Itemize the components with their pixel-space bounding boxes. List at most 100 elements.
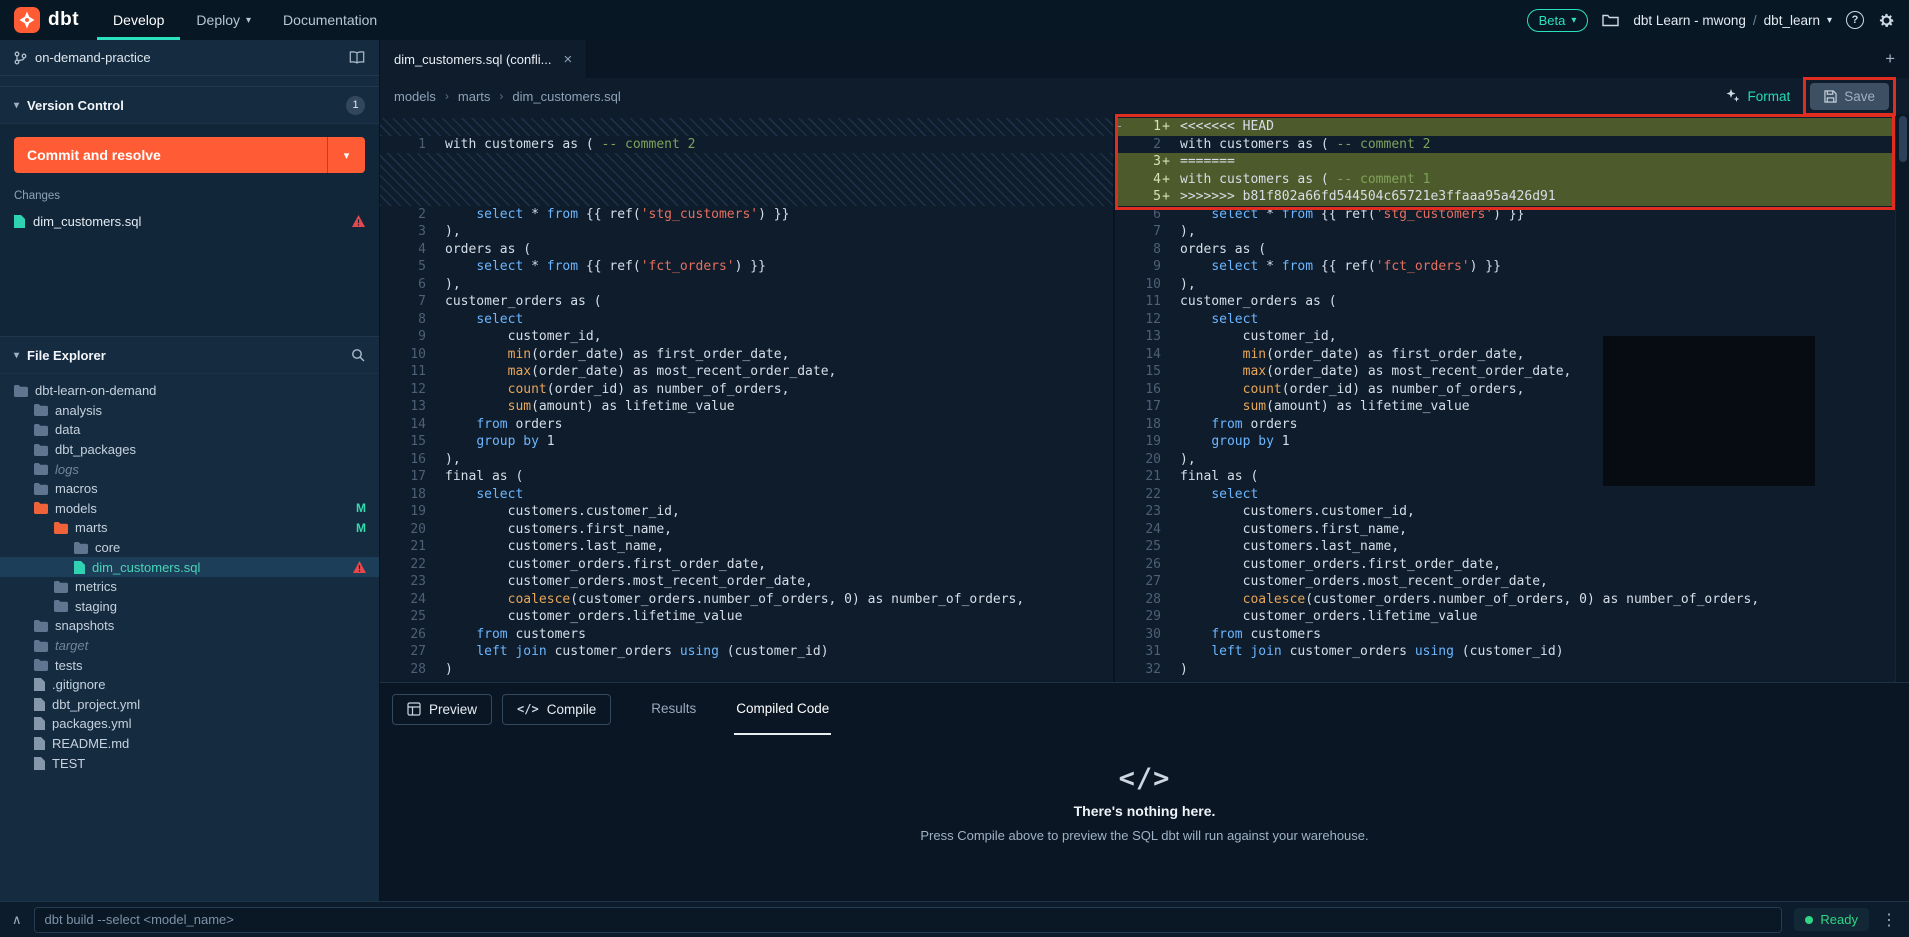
tree-item-data[interactable]: data: [0, 420, 379, 440]
code-line-23[interactable]: 23 customers.customer_id,: [1115, 503, 1895, 521]
code-line-1[interactable]: —1+<<<<<<< HEAD: [1115, 118, 1895, 136]
tree-item-gitignore[interactable]: .gitignore: [0, 675, 379, 695]
code-line-16[interactable]: 16),: [380, 451, 1113, 469]
code-line-6[interactable]: 6 select * from {{ ref('stg_customers') …: [1115, 206, 1895, 224]
tree-item-packages-yml[interactable]: packages.yml: [0, 714, 379, 734]
docs-book-icon[interactable]: [349, 51, 365, 64]
git-branch-row[interactable]: on-demand-practice: [0, 40, 379, 76]
tab-dim-customers-sql[interactable]: dim_customers.sql (confli... ×: [380, 40, 587, 78]
scrollbar-thumb[interactable]: [1899, 116, 1907, 162]
editor-pane-working-copy[interactable]: 1with customers as ( -- comment 2 2 selec…: [380, 114, 1113, 682]
tree-item-marts[interactable]: martsM: [0, 518, 379, 538]
tab-close-icon[interactable]: ×: [564, 51, 573, 68]
dbt-command-input[interactable]: [34, 907, 1783, 933]
code-line-24[interactable]: 24 coalesce(customer_orders.number_of_or…: [380, 591, 1113, 609]
new-tab-button[interactable]: +: [1871, 40, 1909, 78]
tree-item-staging[interactable]: staging: [0, 597, 379, 617]
tree-item-readme-md[interactable]: README.md: [0, 734, 379, 754]
code-line-7[interactable]: 7),: [1115, 223, 1895, 241]
code-line-4[interactable]: 4+with customers as ( -- comment 1: [1115, 171, 1895, 189]
account-project-switcher[interactable]: dbt Learn - mwong / dbt_learn ▾: [1633, 13, 1832, 28]
code-line-27[interactable]: 27 customer_orders.most_recent_order_dat…: [1115, 573, 1895, 591]
preview-button[interactable]: Preview: [392, 694, 492, 725]
code-line-29[interactable]: 29 customer_orders.lifetime_value: [1115, 608, 1895, 626]
code-line-30[interactable]: 30 from customers: [1115, 626, 1895, 644]
code-line-3[interactable]: 3+=======: [1115, 153, 1895, 171]
tree-item-target[interactable]: target: [0, 636, 379, 656]
commit-and-resolve-button[interactable]: Commit and resolve: [14, 137, 327, 173]
tree-item-logs[interactable]: logs: [0, 459, 379, 479]
tree-item-analysis[interactable]: analysis: [0, 401, 379, 421]
code-line-18[interactable]: 18 select: [380, 486, 1113, 504]
code-line-5[interactable]: 5 select * from {{ ref('fct_orders') }}: [380, 258, 1113, 276]
code-line-26[interactable]: 26 customer_orders.first_order_date,: [1115, 556, 1895, 574]
changed-file-dim-customers-sql[interactable]: dim_customers.sql: [14, 207, 365, 235]
code-line-10[interactable]: 10 min(order_date) as first_order_date,: [380, 346, 1113, 364]
code-line-1[interactable]: 1with customers as ( -- comment 2: [380, 136, 1113, 154]
overflow-menu-icon[interactable]: ⋮: [1881, 910, 1897, 930]
settings-gear-icon[interactable]: [1878, 12, 1895, 29]
code-line-11[interactable]: 11 max(order_date) as most_recent_order_…: [380, 363, 1113, 381]
code-line-9[interactable]: 9 select * from {{ ref('fct_orders') }}: [1115, 258, 1895, 276]
code-line-20[interactable]: 20 customers.first_name,: [380, 521, 1113, 539]
code-line-2[interactable]: 2 select * from {{ ref('stg_customers') …: [380, 206, 1113, 224]
code-line-13[interactable]: 13 sum(amount) as lifetime_value: [380, 398, 1113, 416]
code-line-12[interactable]: 12 count(order_id) as number_of_orders,: [380, 381, 1113, 399]
commit-dropdown-chevron[interactable]: ▾: [327, 137, 365, 173]
help-icon[interactable]: ?: [1846, 11, 1864, 29]
code-line-8[interactable]: 8orders as (: [1115, 241, 1895, 259]
code-line-11[interactable]: 11customer_orders as (: [1115, 293, 1895, 311]
code-line-27[interactable]: 27 left join customer_orders using (cust…: [380, 643, 1113, 661]
code-line-26[interactable]: 26 from customers: [380, 626, 1113, 644]
tree-item-dim-customers-sql[interactable]: dim_customers.sql: [0, 557, 379, 577]
nav-deploy[interactable]: Deploy▾: [180, 0, 267, 40]
editor-scrollbar[interactable]: [1895, 114, 1909, 682]
tree-item-macros[interactable]: macros: [0, 479, 379, 499]
code-line-28[interactable]: 28): [380, 661, 1113, 679]
code-line-4[interactable]: 4orders as (: [380, 241, 1113, 259]
code-line-3[interactable]: 3),: [380, 223, 1113, 241]
code-line-6[interactable]: 6),: [380, 276, 1113, 294]
file-explorer-header[interactable]: ▾ File Explorer: [0, 336, 379, 374]
code-line-31[interactable]: 31 left join customer_orders using (cust…: [1115, 643, 1895, 661]
code-line-22[interactable]: 22 customer_orders.first_order_date,: [380, 556, 1113, 574]
code-line-22[interactable]: 22 select: [1115, 486, 1895, 504]
editor-pane-conflict-view[interactable]: —1+<<<<<<< HEAD2with customers as ( -- c…: [1115, 114, 1895, 682]
expand-console-icon[interactable]: ∧: [12, 912, 22, 928]
tree-item-models[interactable]: modelsM: [0, 499, 379, 519]
nav-documentation[interactable]: Documentation: [267, 0, 393, 40]
code-line-25[interactable]: 25 customers.last_name,: [1115, 538, 1895, 556]
tree-item-dbt-packages[interactable]: dbt_packages: [0, 440, 379, 460]
compile-button[interactable]: </> Compile: [502, 694, 611, 725]
tree-item-dbt-learn-on-demand[interactable]: dbt-learn-on-demand: [0, 381, 379, 401]
code-line-23[interactable]: 23 customer_orders.most_recent_order_dat…: [380, 573, 1113, 591]
code-line-17[interactable]: 17final as (: [380, 468, 1113, 486]
tree-item-snapshots[interactable]: snapshots: [0, 616, 379, 636]
search-icon[interactable]: [351, 348, 365, 362]
beta-badge[interactable]: Beta ▾: [1527, 9, 1589, 32]
nav-develop[interactable]: Develop: [97, 0, 180, 40]
version-control-header[interactable]: ▾ Version Control 1: [0, 86, 379, 124]
tree-item-test[interactable]: TEST: [0, 753, 379, 773]
tree-item-dbt-project-yml[interactable]: dbt_project.yml: [0, 695, 379, 715]
tab-compiled-code[interactable]: Compiled Code: [734, 683, 831, 735]
tree-item-tests[interactable]: tests: [0, 655, 379, 675]
code-line-21[interactable]: 21 customers.last_name,: [380, 538, 1113, 556]
code-line-10[interactable]: 10),: [1115, 276, 1895, 294]
code-line-25[interactable]: 25 customer_orders.lifetime_value: [380, 608, 1113, 626]
code-line-2[interactable]: 2with customers as ( -- comment 2: [1115, 136, 1895, 154]
tree-item-core[interactable]: core: [0, 538, 379, 558]
dbt-logo[interactable]: dbt: [14, 7, 79, 33]
code-line-24[interactable]: 24 customers.first_name,: [1115, 521, 1895, 539]
code-line-15[interactable]: 15 group by 1: [380, 433, 1113, 451]
code-line-28[interactable]: 28 coalesce(customer_orders.number_of_or…: [1115, 591, 1895, 609]
code-line-7[interactable]: 7customer_orders as (: [380, 293, 1113, 311]
tab-results[interactable]: Results: [649, 683, 698, 735]
code-line-12[interactable]: 12 select: [1115, 311, 1895, 329]
code-line-8[interactable]: 8 select: [380, 311, 1113, 329]
code-line-9[interactable]: 9 customer_id,: [380, 328, 1113, 346]
format-button[interactable]: Format: [1726, 89, 1790, 104]
code-line-19[interactable]: 19 customers.customer_id,: [380, 503, 1113, 521]
save-button[interactable]: Save: [1810, 83, 1889, 110]
code-line-32[interactable]: 32): [1115, 661, 1895, 679]
